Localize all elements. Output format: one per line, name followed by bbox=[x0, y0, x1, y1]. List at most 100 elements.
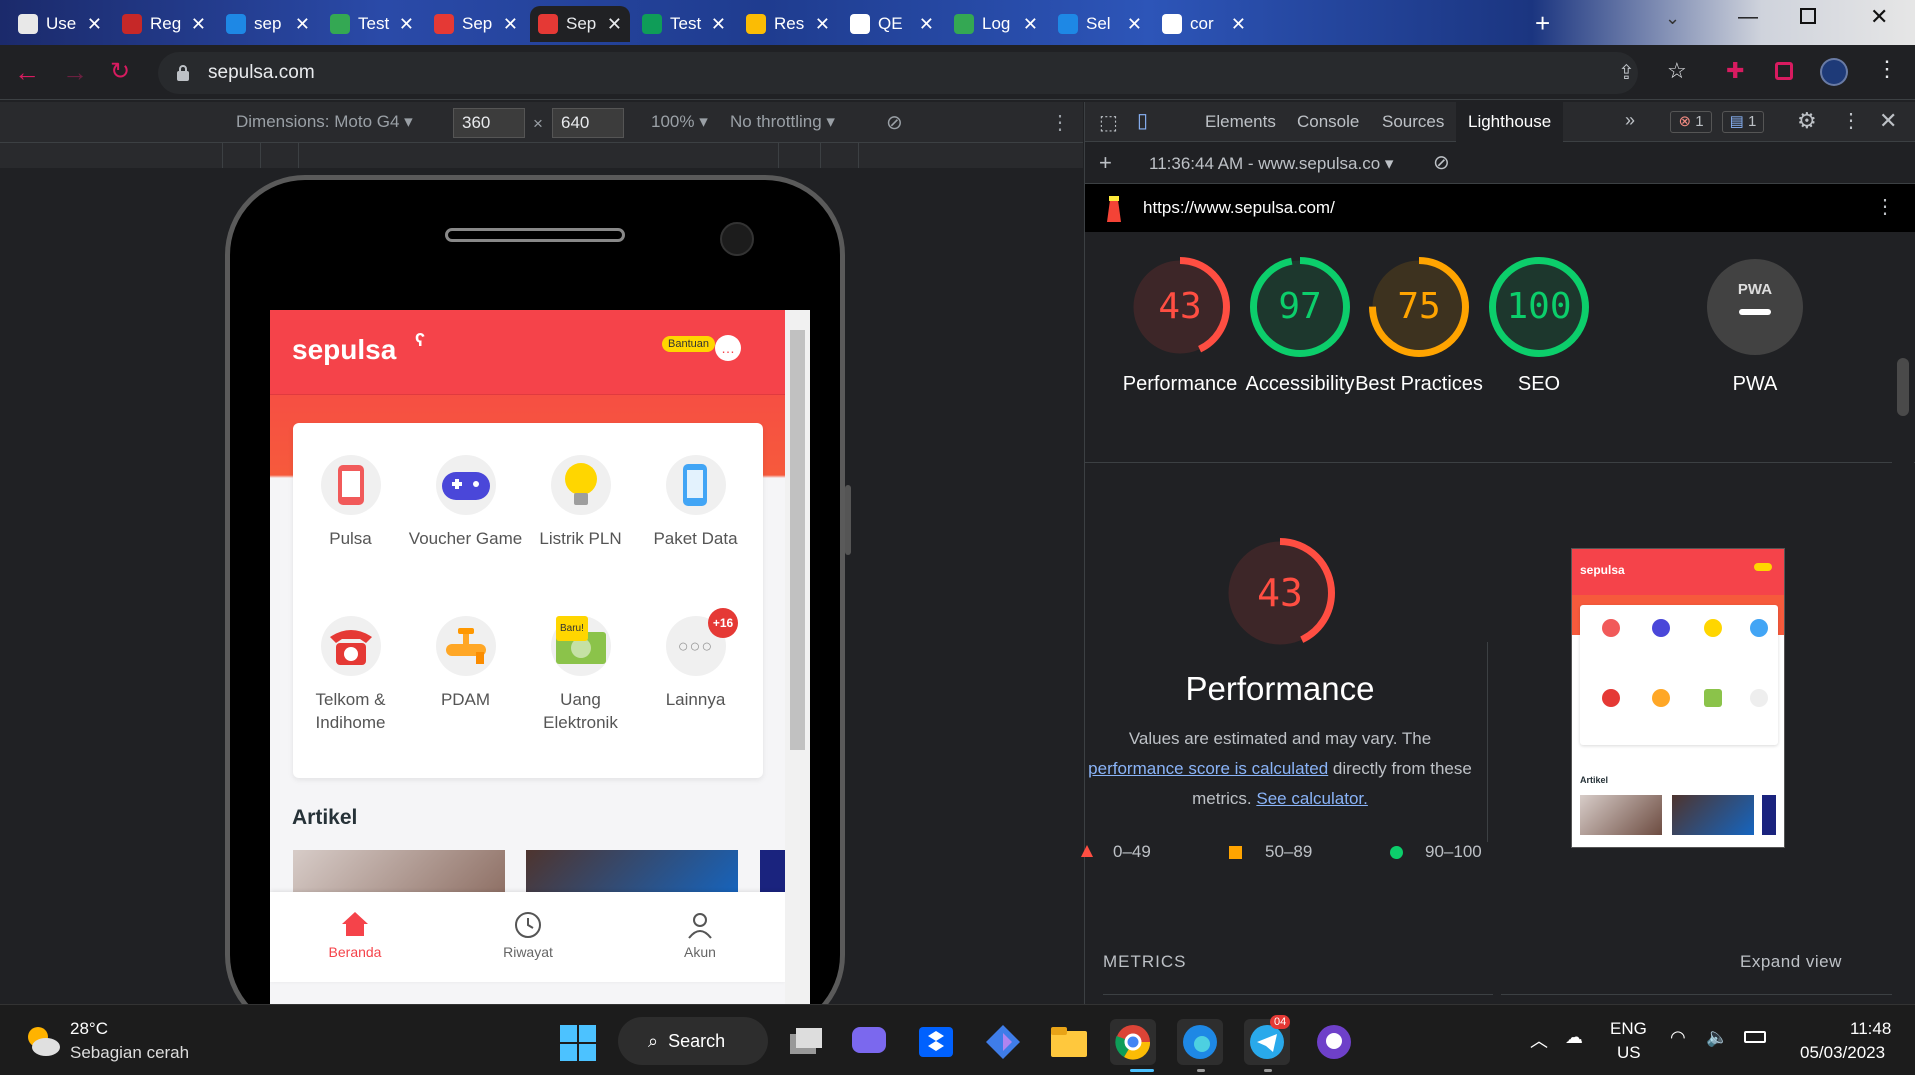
nav-beranda[interactable]: Beranda bbox=[315, 910, 395, 960]
tray-chevron-icon[interactable]: ︿ bbox=[1530, 1027, 1548, 1053]
tab-close-icon[interactable]: ✕ bbox=[607, 14, 622, 35]
service-telkom-indihome[interactable]: Telkom & Indihome bbox=[293, 616, 408, 734]
tab-close-icon[interactable]: ✕ bbox=[191, 14, 206, 35]
wifi-icon[interactable]: ◠ bbox=[1670, 1027, 1686, 1048]
device-toggle-icon[interactable]: ▯ bbox=[1137, 108, 1148, 133]
task-view-icon[interactable] bbox=[783, 1019, 829, 1065]
nav-akun[interactable]: Akun bbox=[660, 910, 740, 960]
devtools-scrollbar[interactable] bbox=[1892, 232, 1914, 1004]
reload-icon[interactable]: ↻ bbox=[110, 57, 130, 86]
service-uang-elektronik[interactable]: Baru! Uang Elektronik bbox=[523, 616, 638, 734]
onedrive-icon[interactable]: ☁ bbox=[1565, 1027, 1583, 1048]
gauge-seo[interactable]: 100 SEO bbox=[1474, 257, 1604, 399]
browser-tab[interactable]: Test ✕ bbox=[322, 6, 422, 42]
message-count-badge[interactable]: ▤ 1 bbox=[1722, 111, 1764, 133]
github-desktop-icon[interactable] bbox=[1311, 1019, 1357, 1065]
devtools-menu-icon[interactable]: ⋮ bbox=[1841, 108, 1861, 133]
browser-tab[interactable]: Use ✕ bbox=[10, 6, 110, 42]
profile-avatar[interactable] bbox=[1820, 58, 1848, 86]
gauge-accessibility[interactable]: 97 Accessibility bbox=[1235, 257, 1365, 399]
minimize-button[interactable]: — bbox=[1738, 6, 1758, 29]
final-screenshot-thumbnail[interactable]: sepulsa Artikel bbox=[1571, 548, 1785, 848]
share-icon[interactable]: ⇪ bbox=[1618, 60, 1635, 85]
teams-chat-icon[interactable] bbox=[846, 1019, 892, 1065]
tab-close-icon[interactable]: ✕ bbox=[399, 14, 414, 35]
report-url[interactable]: https://www.sepulsa.com/ bbox=[1143, 198, 1335, 218]
forward-icon[interactable]: → bbox=[62, 57, 88, 88]
dropbox-icon[interactable] bbox=[913, 1019, 959, 1065]
browser-tab[interactable]: Res ✕ bbox=[738, 6, 838, 42]
tab-close-icon[interactable]: ✕ bbox=[1231, 14, 1246, 35]
browser-tab[interactable]: sep ✕ bbox=[218, 6, 318, 42]
report-menu-icon[interactable]: ⋮ bbox=[1875, 194, 1895, 219]
service-lainnya[interactable]: ○○○ +16 Lainnya bbox=[638, 608, 753, 711]
edge-taskbar-icon[interactable] bbox=[1177, 1019, 1223, 1065]
tab-elements[interactable]: Elements bbox=[1193, 102, 1288, 142]
browser-tab[interactable]: Test ✕ bbox=[634, 6, 734, 42]
tab-close-icon[interactable]: ✕ bbox=[1023, 14, 1038, 35]
clock-time[interactable]: 11:48 bbox=[1850, 1019, 1891, 1039]
page-scrollbar[interactable] bbox=[785, 310, 810, 1004]
windows-start-icon[interactable] bbox=[560, 1025, 596, 1061]
scrollbar-thumb[interactable] bbox=[1897, 358, 1909, 416]
lang-indicator-1[interactable]: ENG bbox=[1610, 1019, 1647, 1039]
gauge-pwa[interactable]: PWA PWA bbox=[1690, 257, 1820, 399]
sidepanel-icon[interactable] bbox=[1775, 62, 1793, 80]
more-tabs-icon[interactable]: » bbox=[1625, 110, 1635, 131]
close-window-button[interactable]: ✕ bbox=[1870, 4, 1888, 30]
scrollbar-thumb[interactable] bbox=[790, 330, 805, 750]
copilot-icon[interactable] bbox=[980, 1019, 1026, 1065]
file-explorer-icon[interactable] bbox=[1046, 1019, 1092, 1065]
bookmark-star-icon[interactable]: ☆ bbox=[1667, 58, 1687, 84]
volume-icon[interactable]: 🔈 bbox=[1706, 1027, 1728, 1048]
devtools-close-icon[interactable]: ✕ bbox=[1879, 108, 1897, 134]
gauge-performance[interactable]: 43 Performance bbox=[1115, 257, 1245, 399]
new-report-icon[interactable]: + bbox=[1099, 150, 1112, 176]
expand-view-toggle[interactable]: Expand view bbox=[1740, 952, 1842, 972]
settings-gear-icon[interactable]: ⚙ bbox=[1797, 108, 1817, 134]
tab-lighthouse[interactable]: Lighthouse bbox=[1456, 102, 1564, 142]
taskbar-search[interactable]: ⌕ Search bbox=[618, 1017, 768, 1065]
tab-close-icon[interactable]: ✕ bbox=[711, 14, 726, 35]
service-paket-data[interactable]: Paket Data bbox=[638, 455, 753, 550]
service-listrik-pln[interactable]: Listrik PLN bbox=[523, 455, 638, 550]
browser-tab[interactable]: Log ✕ bbox=[946, 6, 1046, 42]
extensions-icon[interactable]: ✚ bbox=[1726, 58, 1744, 84]
weather-temp[interactable]: 28°C bbox=[70, 1019, 108, 1039]
service-pulsa[interactable]: Pulsa bbox=[293, 455, 408, 550]
app-logo[interactable]: sepulsa bbox=[292, 334, 396, 366]
omnibox[interactable]: sepulsa.com ⇪ bbox=[158, 52, 1638, 94]
see-calculator-link[interactable]: See calculator. bbox=[1256, 789, 1368, 808]
tab-sources[interactable]: Sources bbox=[1370, 102, 1456, 142]
browser-tab[interactable]: QE ✕ bbox=[842, 6, 942, 42]
tab-close-icon[interactable]: ✕ bbox=[87, 14, 102, 35]
throttling-select[interactable]: No throttling ▾ bbox=[730, 112, 835, 132]
device-height-input[interactable]: 640 bbox=[552, 108, 624, 138]
lang-indicator-2[interactable]: US bbox=[1617, 1043, 1641, 1063]
new-tab-button[interactable]: + bbox=[1535, 8, 1550, 39]
battery-icon[interactable] bbox=[1744, 1031, 1766, 1043]
tab-console[interactable]: Console bbox=[1285, 102, 1371, 142]
nav-riwayat[interactable]: Riwayat bbox=[488, 910, 568, 960]
tab-close-icon[interactable]: ✕ bbox=[503, 14, 518, 35]
inspect-icon[interactable]: ⬚ bbox=[1099, 110, 1118, 135]
device-dimensions-select[interactable]: Dimensions: Moto G4 ▾ bbox=[236, 112, 413, 132]
browser-tab[interactable]: cor ✕ bbox=[1154, 6, 1254, 42]
browser-tab[interactable]: Reg ✕ bbox=[114, 6, 214, 42]
clock-date[interactable]: 05/03/2023 bbox=[1800, 1043, 1885, 1063]
tab-close-icon[interactable]: ✕ bbox=[295, 14, 310, 35]
telegram-taskbar-icon[interactable]: 04 bbox=[1244, 1015, 1291, 1065]
device-more-icon[interactable]: ⋮ bbox=[1050, 110, 1070, 135]
weather-desc[interactable]: Sebagian cerah bbox=[70, 1043, 189, 1063]
chrome-taskbar-icon[interactable] bbox=[1110, 1019, 1156, 1065]
maximize-button[interactable] bbox=[1800, 8, 1816, 24]
browser-tab[interactable]: Sep ✕ bbox=[426, 6, 526, 42]
clear-reports-icon[interactable]: ⊘ bbox=[1433, 150, 1450, 175]
score-calculated-link[interactable]: performance score is calculated bbox=[1088, 759, 1328, 778]
tab-search-chevron-icon[interactable]: ⌄ bbox=[1665, 8, 1680, 29]
service-voucher-game[interactable]: Voucher Game bbox=[408, 455, 523, 550]
tab-close-icon[interactable]: ✕ bbox=[919, 14, 934, 35]
tab-close-icon[interactable]: ✕ bbox=[1127, 14, 1142, 35]
back-icon[interactable]: ← bbox=[14, 57, 40, 88]
browser-tab[interactable]: Sel ✕ bbox=[1050, 6, 1150, 42]
